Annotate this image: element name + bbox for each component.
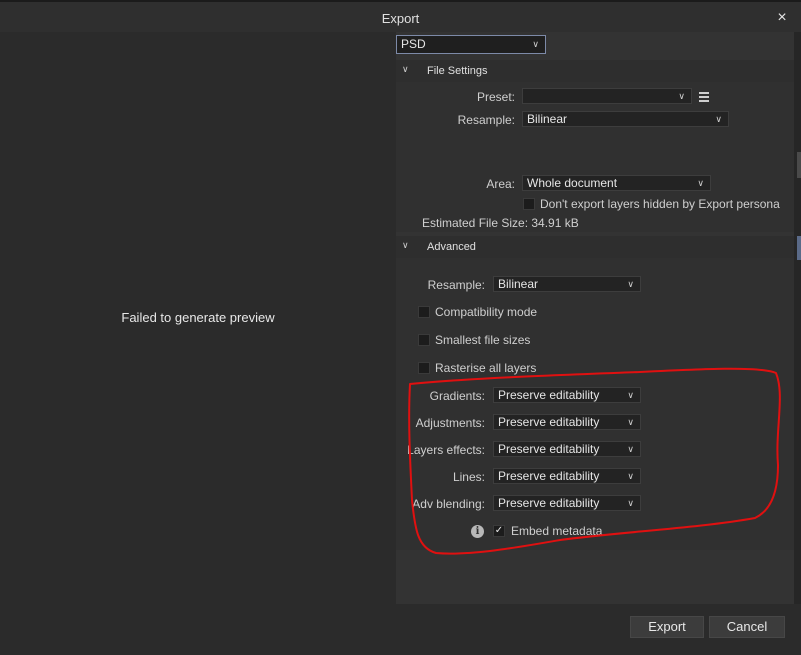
annotation-outline [408, 367, 781, 555]
cancel-button[interactable]: Cancel [709, 616, 785, 638]
annotation-overlay [408, 367, 781, 555]
export-button[interactable]: Export [630, 616, 704, 638]
